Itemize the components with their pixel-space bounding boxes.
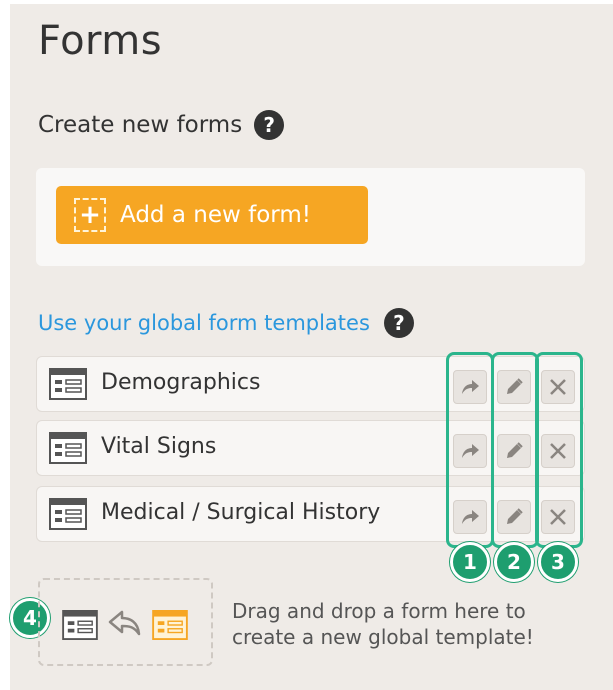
form-icon [49, 498, 87, 534]
template-icon [152, 610, 188, 644]
help-icon[interactable]: ? [383, 308, 414, 338]
delete-column-outline [535, 352, 583, 548]
back-arrow-icon [106, 608, 142, 642]
form-icon [49, 368, 87, 404]
share-column-outline [446, 352, 494, 548]
create-box: + Add a new form! [36, 168, 585, 266]
create-heading-label: Create new forms [38, 112, 243, 138]
add-new-form-label: Add a new form! [120, 202, 311, 228]
add-new-form-button[interactable]: + Add a new form! [56, 186, 368, 244]
template-name: Demographics [101, 370, 261, 395]
drop-zone-line1: Drag and drop a form here to [232, 599, 526, 623]
callout-3: 3 [538, 542, 578, 582]
form-icon [62, 610, 98, 644]
callout-1: 1 [450, 542, 490, 582]
drop-zone[interactable] [38, 578, 213, 666]
plus-icon: + [74, 198, 106, 232]
templates-heading: Use your global form templates ? [38, 308, 414, 338]
template-name: Vital Signs [101, 434, 217, 459]
help-icon[interactable]: ? [254, 110, 285, 140]
page-title: Forms [38, 18, 163, 64]
form-icon [49, 432, 87, 468]
edit-column-outline [491, 352, 539, 548]
drop-zone-line2: create a new global template! [232, 625, 534, 649]
template-name: Medical / Surgical History [101, 500, 381, 525]
callout-2: 2 [494, 542, 534, 582]
create-heading: Create new forms ? [38, 110, 285, 140]
global-templates-link[interactable]: Use your global form templates [38, 311, 370, 335]
drop-zone-text: Drag and drop a form here to create a ne… [232, 598, 534, 650]
